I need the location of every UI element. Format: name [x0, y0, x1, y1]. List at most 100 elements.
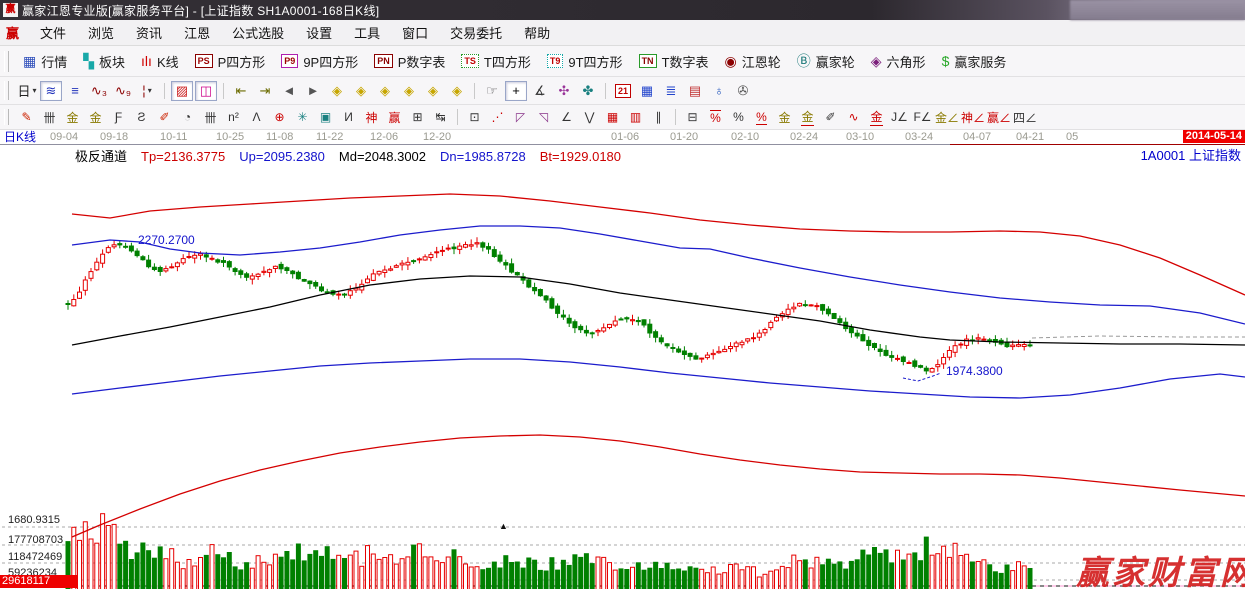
ruler-ticks-button[interactable]: 卌: [39, 108, 60, 126]
title-bar[interactable]: 赢 赢家江恩专业版[赢家服务平台] - [上证指数 SH1A0001-168日K…: [0, 0, 1245, 20]
four-angle-button[interactable]: 四∠: [1013, 108, 1037, 126]
winner-wheel-button[interactable]: Ⓑ赢家轮: [789, 49, 863, 73]
grid-123-button[interactable]: ⊞: [407, 108, 428, 126]
ying-angle-button[interactable]: 赢∠: [987, 108, 1011, 126]
diamond-shift-right-button[interactable]: ◈: [350, 81, 372, 101]
diamond-shift-left-button[interactable]: ◈: [326, 81, 348, 101]
gold-lines-button[interactable]: 金: [797, 108, 818, 126]
p-number-table-button[interactable]: PNP数字表: [366, 49, 453, 73]
pattern-scribble-button[interactable]: ▨: [171, 81, 193, 101]
pencil-red-2-button[interactable]: ✐: [154, 108, 175, 126]
single-candle-dropdown[interactable]: ¦▾: [136, 81, 158, 101]
note-list-button[interactable]: ≡: [64, 81, 86, 101]
toolbar-grip[interactable]: [4, 81, 9, 100]
step-chart-3-button[interactable]: ∿₃: [88, 81, 110, 101]
circle-cross-button[interactable]: ⊕: [269, 108, 290, 126]
n-squared-button[interactable]: n²: [223, 108, 244, 126]
crosshair-button[interactable]: +: [505, 81, 527, 101]
menu-news[interactable]: 资讯: [125, 21, 173, 44]
scale-tool-button[interactable]: ⊟: [682, 108, 703, 126]
prev-page-button[interactable]: ◄: [278, 81, 300, 101]
t-square-button[interactable]: TST四方形: [453, 49, 538, 73]
span-arrows-button[interactable]: ↹: [430, 108, 451, 126]
hexagon-button[interactable]: ◈六角形: [863, 49, 934, 73]
percent-line-button[interactable]: %: [705, 108, 726, 126]
gold-gann-b-button[interactable]: 金: [85, 108, 106, 126]
star-grid-button[interactable]: ✳: [292, 108, 313, 126]
save-button[interactable]: ▤: [684, 81, 706, 101]
gold-circle-button[interactable]: 金: [774, 108, 795, 126]
t-number-table-button[interactable]: TNT数字表: [631, 49, 717, 73]
shen-angle-button[interactable]: 神∠: [961, 108, 985, 126]
period-day-dropdown[interactable]: 日▾: [16, 81, 38, 101]
j-angle-button[interactable]: J∠: [889, 108, 910, 126]
toolbar-grip[interactable]: [4, 51, 9, 72]
diamond-center-button[interactable]: ◈: [446, 81, 468, 101]
chart-canvas[interactable]: [0, 130, 1245, 589]
fan-square-2-button[interactable]: ◹: [533, 108, 554, 126]
quote-button[interactable]: ▦行情: [15, 49, 75, 73]
hand-pan-button[interactable]: ☞: [481, 81, 503, 101]
last-page-button[interactable]: ⇥: [254, 81, 276, 101]
f-angle-button[interactable]: F∠: [912, 108, 933, 126]
menu-formula-stock-pick[interactable]: 公式选股: [221, 21, 295, 44]
volume-profile-button[interactable]: ◫: [195, 81, 217, 101]
gann-fan-button[interactable]: ⋰: [487, 108, 508, 126]
wave-band-button[interactable]: ∿: [843, 108, 864, 126]
menu-window[interactable]: 窗口: [391, 21, 439, 44]
price-grid-2-button[interactable]: ▥: [625, 108, 646, 126]
pattern-teal-tool-button[interactable]: ✤: [577, 81, 599, 101]
pencil-red-button[interactable]: ✎: [16, 108, 37, 126]
step-chart-9-button[interactable]: ∿₉: [112, 81, 134, 101]
menu-browse[interactable]: 浏览: [77, 21, 125, 44]
percent-button[interactable]: %: [728, 108, 749, 126]
ying-tool-button[interactable]: 赢: [384, 108, 405, 126]
next-page-button[interactable]: ►: [302, 81, 324, 101]
diamond-expand-h-button[interactable]: ◈: [374, 81, 396, 101]
diamond-expand-all-button[interactable]: ◈: [422, 81, 444, 101]
toolbar-grip[interactable]: [4, 109, 9, 126]
sector-button[interactable]: ▚板块: [75, 49, 133, 73]
multi-angle-button[interactable]: ∠: [556, 108, 577, 126]
box-plot-button[interactable]: ⊡: [464, 108, 485, 126]
gann-purple-tool-button[interactable]: ✣: [553, 81, 575, 101]
kline-button[interactable]: ılıK线: [133, 49, 187, 73]
winner-service-button[interactable]: $赢家服务: [934, 49, 1015, 73]
angle-measure-button[interactable]: ∡: [529, 81, 551, 101]
menu-file[interactable]: 文件: [29, 21, 77, 44]
ruler-ticks-2-button[interactable]: 卌: [200, 108, 221, 126]
fan-square-1-button[interactable]: ◸: [510, 108, 531, 126]
trade-note-button[interactable]: ≣: [660, 81, 682, 101]
gold-red-band-button[interactable]: 金: [866, 108, 887, 126]
p-square-button[interactable]: PSP四方形: [187, 49, 274, 73]
zigzag-v-button[interactable]: ⋁: [579, 108, 600, 126]
n-wave-button[interactable]: И: [338, 108, 359, 126]
t9-square-button[interactable]: T99T四方形: [539, 49, 631, 73]
calendar-21-button[interactable]: 21: [612, 81, 634, 101]
pane-period-label[interactable]: 日K线: [4, 128, 54, 145]
percent-red-button[interactable]: %: [751, 108, 772, 126]
indicator-name[interactable]: 极反通道: [75, 146, 127, 165]
diamond-compress-h-button[interactable]: ◈: [398, 81, 420, 101]
calculator-button[interactable]: ▦: [636, 81, 658, 101]
shen-tool-button[interactable]: 神: [361, 108, 382, 126]
gold-gann-a-button[interactable]: 金: [62, 108, 83, 126]
gann-wheel-button[interactable]: ◉江恩轮: [717, 49, 789, 73]
gold-angle-button[interactable]: 金∠: [935, 108, 959, 126]
menu-settings[interactable]: 设置: [295, 21, 343, 44]
menu-gann[interactable]: 江恩: [173, 21, 221, 44]
f-ruler-button[interactable]: Ƒ: [108, 108, 129, 126]
price-grid-1-button[interactable]: ▦: [602, 108, 623, 126]
parallel-lines-button[interactable]: ∥: [648, 108, 669, 126]
menu-help[interactable]: 帮助: [513, 21, 561, 44]
spiral-coil-button[interactable]: Ƨ: [131, 108, 152, 126]
a-channel-button[interactable]: Λ: [246, 108, 267, 126]
web-sync-button[interactable]: ♁: [708, 81, 730, 101]
p9-square-button[interactable]: P99P四方形: [273, 49, 366, 73]
menu-tools[interactable]: 工具: [343, 21, 391, 44]
print-capture-button[interactable]: ✇: [732, 81, 754, 101]
menu-trade-order[interactable]: 交易委托: [439, 21, 513, 44]
time-cycle-button[interactable]: ◔: [177, 108, 198, 126]
first-page-button[interactable]: ⇤: [230, 81, 252, 101]
ink-pen-button[interactable]: ✐: [820, 108, 841, 126]
